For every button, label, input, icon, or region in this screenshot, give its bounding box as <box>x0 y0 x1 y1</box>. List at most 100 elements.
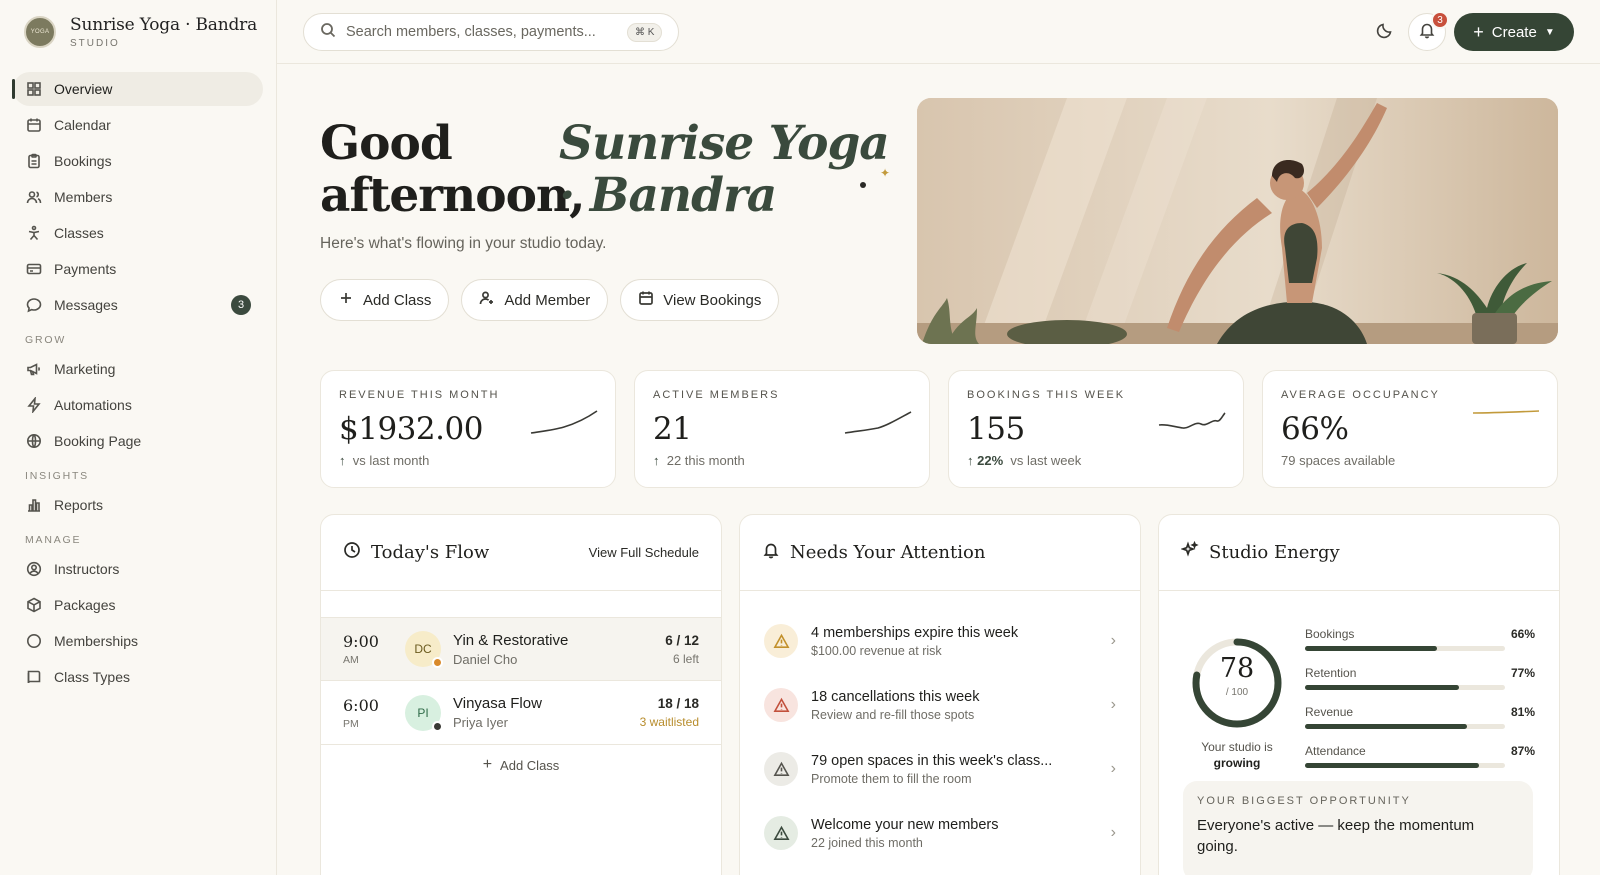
sidebar-item-payments[interactable]: Payments <box>13 252 263 286</box>
avatar-initials: PI <box>417 705 429 720</box>
studio-logo: YOGA <box>24 16 56 48</box>
metric-bookings: Bookings 66% <box>1305 627 1535 666</box>
revenue-sparkline <box>530 410 598 434</box>
stat-card-active-members[interactable]: ACTIVE MEMBERS 21 ↑ 22 this month <box>634 370 930 488</box>
sidebar-item-members[interactable]: Members <box>13 180 263 214</box>
attention-title: 4 memberships expire this week <box>811 624 1019 641</box>
sidebar-item-classes[interactable]: Classes <box>13 216 263 250</box>
avatar: PI <box>405 694 443 732</box>
stat-sub-text: 79 spaces available <box>1281 453 1396 468</box>
stat-card-revenue[interactable]: REVENUE THIS MONTH $1932.00 ↑ vs last mo… <box>320 370 616 488</box>
class-instructor: Priya Iyer <box>453 715 508 730</box>
stat-sub: ↑ 22 this month <box>653 453 911 468</box>
sidebar-item-label: Class Types <box>54 669 130 685</box>
sidebar-item-label: Overview <box>54 81 113 97</box>
warning-icon <box>764 752 798 786</box>
class-time: 9:00 <box>343 632 379 651</box>
sidebar-item-label: Packages <box>54 597 116 613</box>
metric-attendance: Attendance 87% <box>1305 744 1535 783</box>
stat-label: AVERAGE OCCUPANCY <box>1281 389 1440 401</box>
class-name: Yin & Restorative <box>453 631 569 649</box>
metric-pct: 87% <box>1510 744 1535 758</box>
sidebar-item-label: Instructors <box>54 561 120 577</box>
brand[interactable]: YOGA Sunrise Yoga · Bandra STUDIO <box>0 0 276 64</box>
sparkle-icon: ✦ <box>880 166 891 180</box>
sidebar-item-packages[interactable]: Packages <box>13 588 263 622</box>
metric-revenue: Revenue 81% <box>1305 705 1535 744</box>
sidebar-item-bookings[interactable]: Bookings <box>13 144 263 178</box>
class-capacity: 6 / 12 <box>665 632 699 648</box>
todays-flow-panel: Today's Flow View Full Schedule 9:00 AM … <box>320 514 722 875</box>
search-shortcut-hint: ⌘ K <box>627 22 663 42</box>
stat-card-occupancy[interactable]: AVERAGE OCCUPANCY 66% 79 spaces availabl… <box>1262 370 1558 488</box>
attention-title: Welcome your new members <box>811 816 999 833</box>
package-icon <box>26 597 42 613</box>
warning-icon <box>764 816 798 850</box>
biggest-opportunity-card[interactable]: YOUR BIGGEST OPPORTUNITY Everyone's acti… <box>1183 781 1533 875</box>
metric-pct: 66% <box>1510 627 1535 641</box>
sidebar-item-marketing[interactable]: Marketing <box>13 352 263 386</box>
search-input[interactable] <box>346 24 621 40</box>
view-bookings-button[interactable]: View Bookings <box>620 279 780 321</box>
energy-caption-prefix: Your studio is <box>1201 740 1273 754</box>
panel-header: Needs Your Attention <box>740 515 1140 591</box>
stat-sub-text: 22 this month <box>666 453 745 468</box>
bar-chart-icon <box>26 497 42 513</box>
metric-label: Attendance <box>1305 744 1366 758</box>
stat-label: ACTIVE MEMBERS <box>653 389 780 401</box>
add-class-link[interactable]: + Add Class <box>321 745 721 785</box>
sidebar-item-messages[interactable]: Messages 3 <box>13 288 263 322</box>
sidebar-item-calendar[interactable]: Calendar <box>13 108 263 142</box>
attention-item[interactable]: 4 memberships expire this week $100.00 r… <box>740 609 1140 673</box>
attention-item[interactable]: 79 open spaces in this week's class... P… <box>740 737 1140 801</box>
sidebar-item-label: Bookings <box>54 153 112 169</box>
search-box[interactable]: ⌘ K <box>303 13 679 51</box>
stat-change-pct: 22% <box>977 453 1004 468</box>
class-row[interactable]: 6:00 PM PI Vinyasa Flow Priya Iyer 18 / … <box>321 681 721 745</box>
add-class-button[interactable]: Add Class <box>320 279 450 321</box>
sidebar-item-instructors[interactable]: Instructors <box>13 552 263 586</box>
view-full-schedule-link[interactable]: View Full Schedule <box>589 545 699 560</box>
studio-energy-panel: Studio Energy 78 / 100 Your studio is gr… <box>1158 514 1560 875</box>
stat-card-bookings[interactable]: BOOKINGS THIS WEEK 155 ↑ 22% vs last wee… <box>948 370 1244 488</box>
user-circle-icon <box>26 561 42 577</box>
sidebar-item-memberships[interactable]: Memberships <box>13 624 263 658</box>
bell-icon <box>762 541 790 564</box>
stat-label: BOOKINGS THIS WEEK <box>967 389 1126 401</box>
metric-pct: 81% <box>1510 705 1535 719</box>
add-member-button[interactable]: Add Member <box>461 279 609 321</box>
class-row[interactable]: 9:00 AM DC Yin & Restorative Daniel Cho … <box>321 617 721 681</box>
occupancy-sparkline <box>1472 410 1540 414</box>
attention-item[interactable]: Welcome your new members 22 joined this … <box>740 801 1140 865</box>
sidebar-item-automations[interactable]: Automations <box>13 388 263 422</box>
chevron-right-icon: › <box>1110 632 1116 649</box>
metric-bar <box>1305 646 1437 651</box>
status-dot <box>432 720 443 732</box>
sidebar-item-label: Calendar <box>54 117 111 133</box>
notifications-count-badge: 3 <box>1431 11 1449 29</box>
notifications-button[interactable]: 3 <box>1408 11 1449 51</box>
sidebar-item-class-types[interactable]: Class Types <box>13 660 263 694</box>
section-label-insights: INSIGHTS <box>25 470 89 482</box>
card-icon <box>26 261 42 277</box>
yoga-pose-icon <box>26 225 42 241</box>
sidebar-item-reports[interactable]: Reports <box>13 488 263 522</box>
megaphone-icon <box>26 361 42 377</box>
stat-cards: REVENUE THIS MONTH $1932.00 ↑ vs last mo… <box>320 370 1558 488</box>
plus-icon: + <box>1473 21 1484 42</box>
user-plus-icon <box>479 290 504 310</box>
class-time: 6:00 <box>343 695 379 715</box>
theme-toggle-button[interactable] <box>1371 18 1399 46</box>
calendar-icon <box>638 290 663 310</box>
stat-sub: ↑ 22% vs last week <box>967 453 1225 468</box>
arrow-up-icon: ↑ <box>653 453 660 468</box>
attention-title: 79 open spaces in this week's class... <box>811 752 1053 769</box>
sidebar-item-booking-page[interactable]: Booking Page <box>13 424 263 458</box>
attention-item[interactable]: 18 cancellations this week Review and re… <box>740 673 1140 737</box>
circle-icon <box>26 633 42 649</box>
sidebar-item-overview[interactable]: Overview <box>12 72 263 106</box>
yoga-illustration <box>917 98 1558 344</box>
create-button[interactable]: + Create ▼ <box>1454 13 1574 51</box>
metric-label: Revenue <box>1305 705 1354 719</box>
calendar-icon <box>26 117 42 133</box>
